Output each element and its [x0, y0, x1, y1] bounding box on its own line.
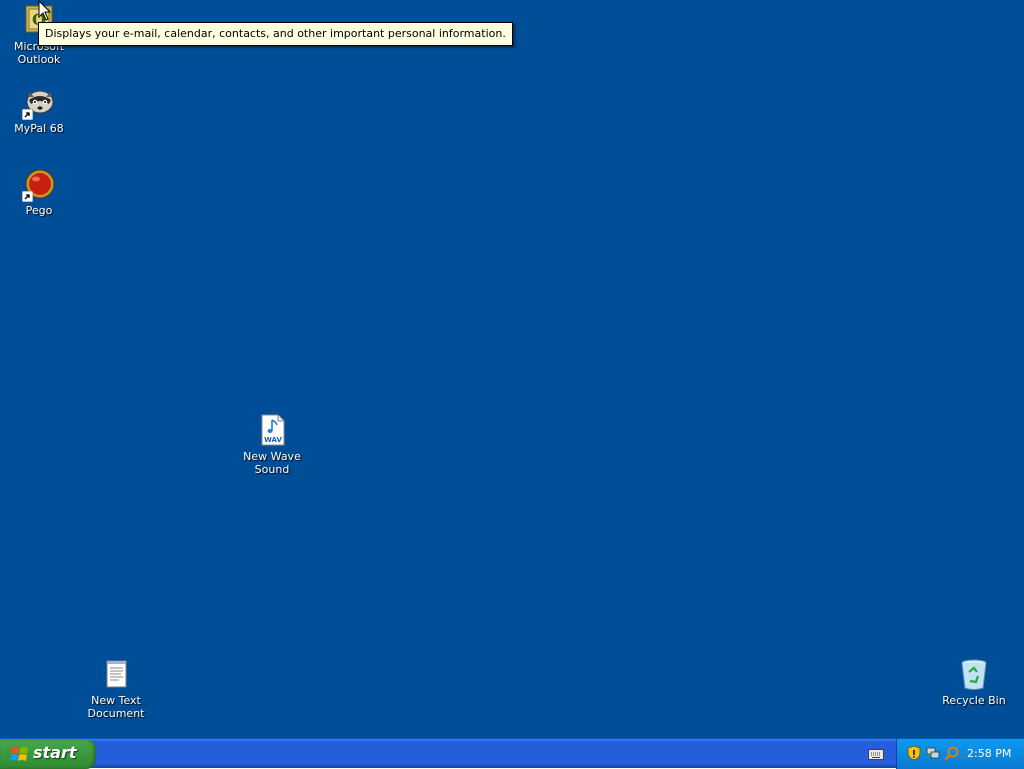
recycle-bin-icon	[957, 658, 991, 692]
taskbar: start 2:58 PM	[0, 738, 1024, 769]
clock[interactable]: 2:58 PM	[967, 747, 1011, 760]
network-icon[interactable]	[925, 745, 941, 761]
desktop-icon-wave-sound[interactable]: WAV New Wave Sound	[233, 414, 311, 476]
tooltip: Displays your e-mail, calendar, contacts…	[38, 22, 513, 46]
notepad-file-icon	[99, 658, 133, 692]
desktop-icon-mypal[interactable]: MyPal 68	[0, 86, 78, 135]
system-tray: 2:58 PM	[896, 739, 1024, 769]
desktop-icon-label: New Text Document	[87, 694, 145, 720]
shortcut-arrow-icon	[22, 191, 33, 202]
desktop-icon-pego[interactable]: Pego	[0, 168, 78, 217]
desktop-icon-label: New Wave Sound	[243, 450, 301, 476]
desktop-icon-label: MyPal 68	[14, 122, 64, 135]
red-ball-icon	[22, 168, 56, 202]
desktop-icon-text-document[interactable]: New Text Document	[77, 658, 155, 720]
wav-file-icon: WAV	[255, 414, 289, 448]
shortcut-arrow-icon	[22, 109, 33, 120]
security-shield-icon[interactable]	[906, 745, 922, 761]
desktop: O Microsoft Outlook MyPal 68 Pego WAV Ne…	[0, 0, 1024, 738]
mouse-cursor-icon	[38, 0, 52, 21]
svg-text:WAV: WAV	[264, 436, 282, 444]
search-icon[interactable]	[944, 745, 960, 761]
desktop-icon-label: Pego	[25, 204, 53, 217]
raccoon-icon	[22, 86, 56, 120]
desktop-icon-recycle-bin[interactable]: Recycle Bin	[935, 658, 1013, 707]
keyboard-icon[interactable]	[868, 747, 884, 761]
windows-logo-icon	[10, 747, 28, 761]
start-button[interactable]: start	[0, 739, 96, 769]
desktop-icon-label: Recycle Bin	[942, 694, 1006, 707]
start-label: start	[33, 743, 77, 762]
